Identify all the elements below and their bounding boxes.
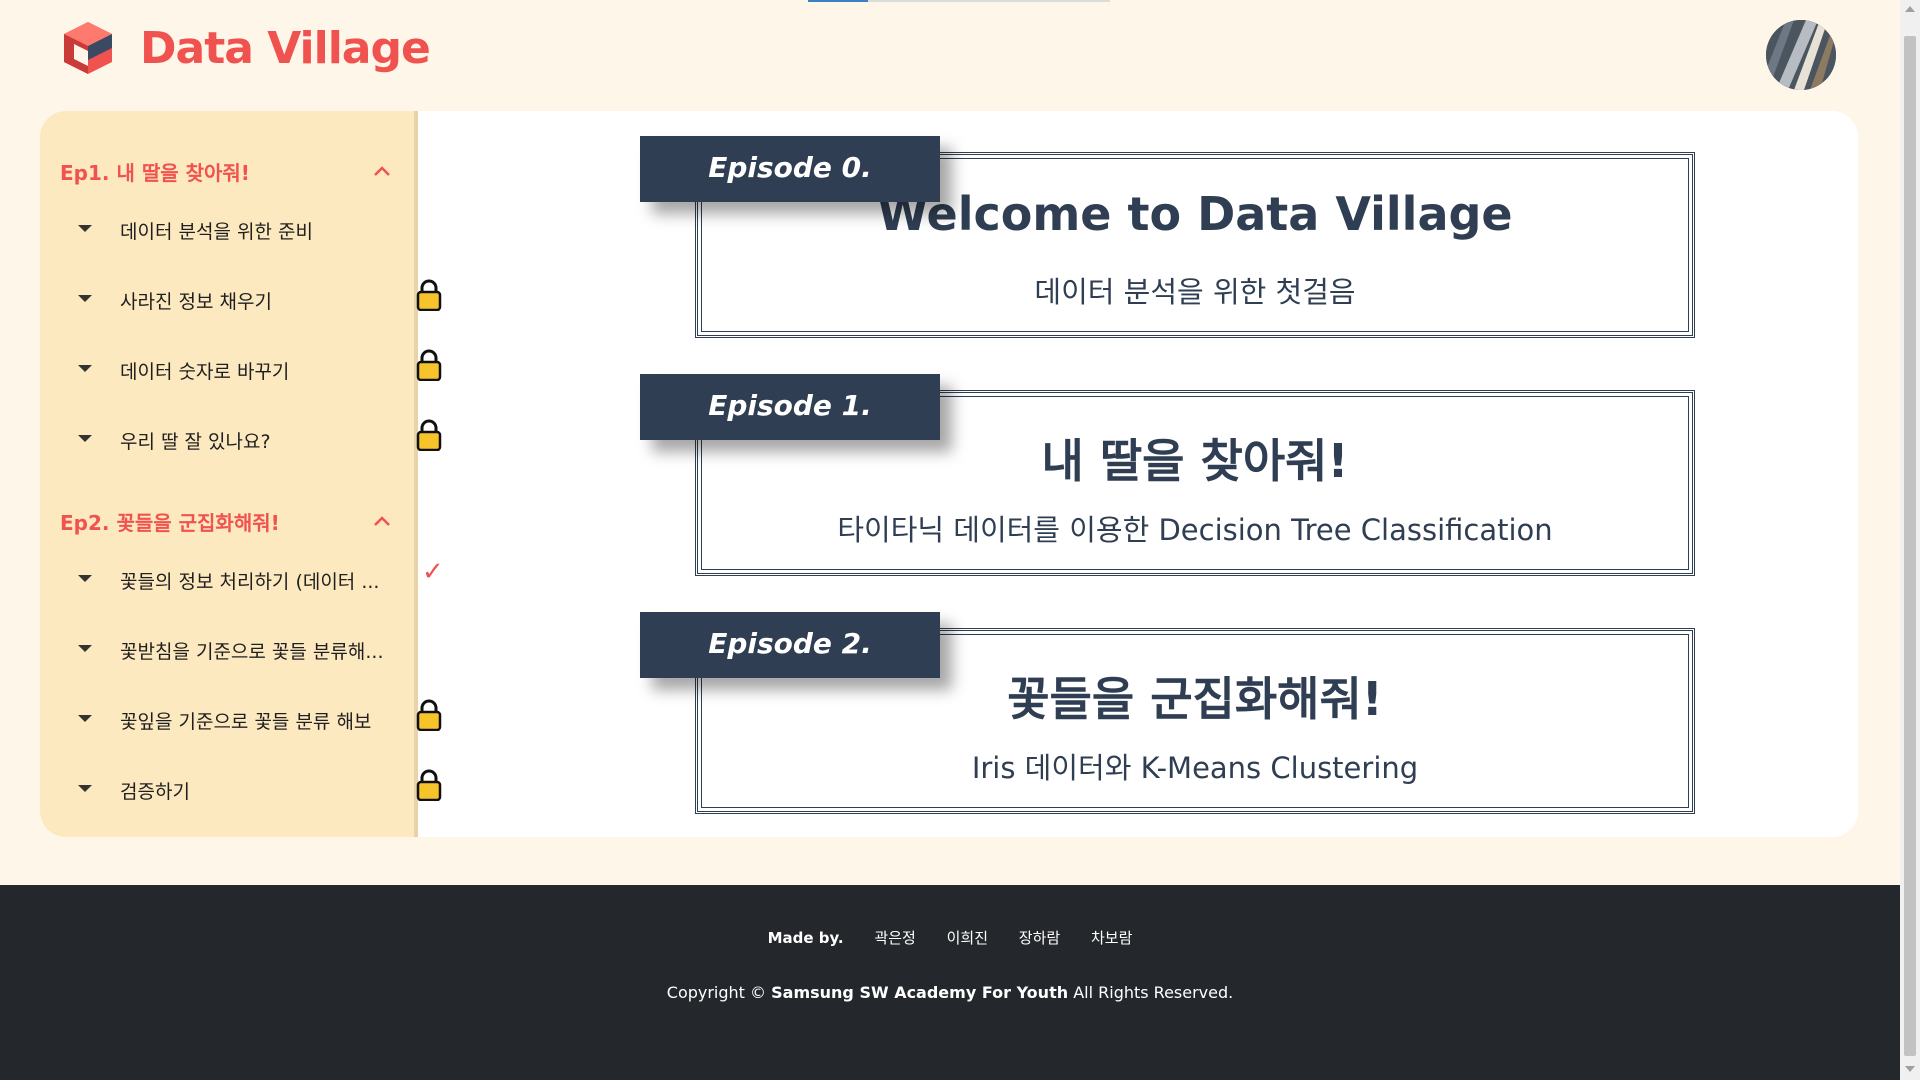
caret-down-icon <box>78 295 92 302</box>
logo[interactable]: Data Village <box>58 18 431 78</box>
sidebar-episode-2-title[interactable]: Ep2. 꽃들을 군집화해줘! <box>60 507 280 536</box>
lock-icon <box>416 279 442 311</box>
avatar-image <box>1766 20 1836 90</box>
copyright-org: Samsung SW Academy For Youth <box>771 983 1069 1002</box>
sidebar-item-1-2[interactable]: 사라진 정보 채우기 <box>78 279 442 321</box>
header: Data Village <box>0 0 1900 110</box>
sidebar-item-1-3[interactable]: 데이터 숫자로 바꾸기 <box>78 349 442 391</box>
sidebar-item-label: 데이터 분석을 위한 준비 <box>120 221 313 243</box>
author-name: 곽은정 <box>874 929 916 947</box>
copyright: Copyright © Samsung SW Academy For Youth… <box>0 983 1900 1002</box>
episode-tag-label: Episode 1. <box>708 389 872 422</box>
episode-tag-0: Episode 0. <box>640 136 940 202</box>
sidebar-item-label: 꽃들의 정보 처리하기 (데이터 ... <box>120 571 380 593</box>
made-by-label: Made by. <box>767 929 844 947</box>
sidebar-item-2-2[interactable]: 꽃받침을 기준으로 꽃들 분류해... <box>78 631 408 671</box>
caret-down-icon <box>78 225 92 232</box>
caret-down-icon <box>78 435 92 442</box>
sidebar-item-2-1[interactable]: 꽃들의 정보 처리하기 (데이터 ... ✓ <box>78 557 444 601</box>
caret-down-icon <box>78 715 92 722</box>
sidebar: Ep1. 내 딸을 찾아줘! 데이터 분석을 위한 준비 사라진 정보 채우기 … <box>40 111 444 837</box>
vertical-scrollbar[interactable] <box>1900 0 1920 1080</box>
sidebar-item-label: 데이터 숫자로 바꾸기 <box>120 361 290 383</box>
sidebar-item-1-4[interactable]: 우리 딸 잘 있나요? <box>78 419 442 461</box>
sidebar-item-2-4[interactable]: 검증하기 <box>78 769 442 811</box>
chevron-up-icon[interactable] <box>372 511 392 531</box>
logo-cube-icon <box>64 22 112 74</box>
sidebar-episode-1-title[interactable]: Ep1. 내 딸을 찾아줘! <box>60 157 250 186</box>
caret-down-icon <box>78 365 92 372</box>
sidebar-item-label: 꽃잎을 기준으로 꽃들 분류 해보 <box>120 711 372 733</box>
author-name: 이희진 <box>946 929 989 947</box>
made-by-line: Made by. 곽은정 이희진 장하람 차보람 <box>0 927 1900 948</box>
sidebar-item-label: 우리 딸 잘 있나요? <box>120 431 271 453</box>
lock-icon <box>416 419 442 451</box>
footer: Made by. 곽은정 이희진 장하람 차보람 Copyright © Sam… <box>0 885 1900 1080</box>
copyright-suffix: All Rights Reserved. <box>1073 983 1234 1002</box>
episode-subtitle: Iris 데이터와 K-Means Clustering <box>971 751 1419 785</box>
content-panel: Ep1. 내 딸을 찾아줘! 데이터 분석을 위한 준비 사라진 정보 채우기 … <box>40 111 1858 837</box>
author-name: 장하람 <box>1018 929 1061 947</box>
caret-down-icon <box>78 785 92 792</box>
sidebar-item-2-3[interactable]: 꽃잎을 기준으로 꽃들 분류 해보 <box>78 699 442 741</box>
episode-subtitle: 데이터 분석을 위한 첫걸음 <box>1034 275 1356 309</box>
sidebar-item-label: 꽃받침을 기준으로 꽃들 분류해... <box>120 641 384 663</box>
lock-icon <box>416 699 442 731</box>
scroll-down-arrow-icon[interactable] <box>1905 1066 1915 1072</box>
lock-icon <box>416 769 442 801</box>
sidebar-item-label: 검증하기 <box>120 781 190 803</box>
chevron-up-icon[interactable] <box>372 161 392 181</box>
avatar[interactable] <box>1766 20 1836 90</box>
episode-tag-1: Episode 1. <box>640 374 940 440</box>
sidebar-item-1-1[interactable]: 데이터 분석을 위한 준비 <box>78 211 408 251</box>
scroll-up-arrow-icon[interactable] <box>1905 6 1915 12</box>
episode-subtitle: 타이타닉 데이터를 이용한 Decision Tree Classificati… <box>837 513 1553 547</box>
author-name: 차보람 <box>1090 929 1133 947</box>
episode-tag-label: Episode 2. <box>708 627 872 660</box>
sidebar-item-label: 사라진 정보 채우기 <box>120 291 272 313</box>
app-name: Data Village <box>140 22 431 74</box>
caret-down-icon <box>78 575 92 582</box>
episode-tag-label: Episode 0. <box>708 151 872 184</box>
episode-tag-2: Episode 2. <box>640 612 940 678</box>
scrollbar-thumb[interactable] <box>1904 36 1916 1056</box>
caret-down-icon <box>78 645 92 652</box>
lock-icon <box>416 349 442 381</box>
checkmark-icon: ✓ <box>422 557 444 587</box>
copyright-prefix: Copyright © <box>666 983 767 1002</box>
